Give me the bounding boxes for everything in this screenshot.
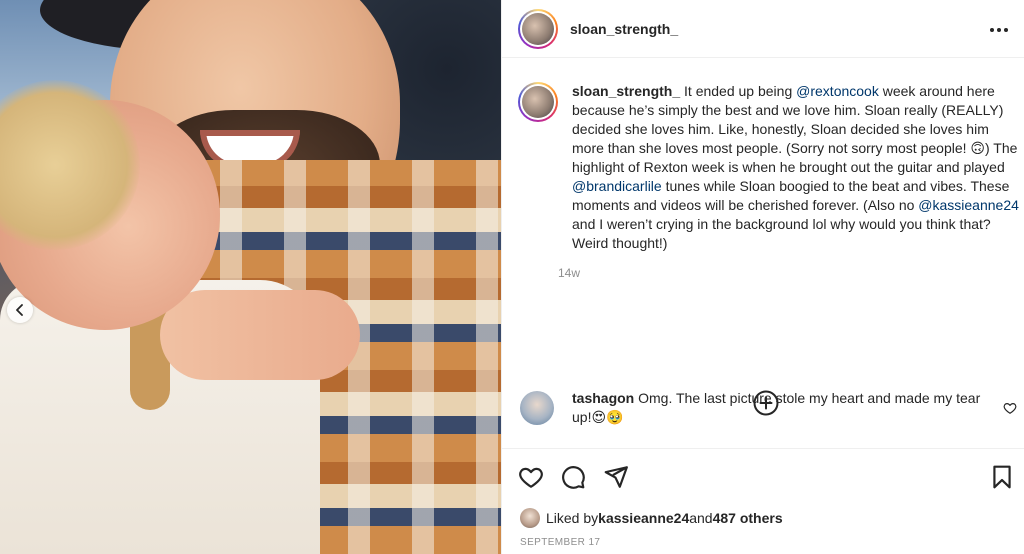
caption-avatar[interactable] [518,82,558,122]
save-button[interactable] [989,464,1015,490]
liker-username[interactable]: kassieanne24 [598,510,689,526]
avatar-frame [520,84,556,120]
avatar-image [522,86,554,118]
carousel-prev-button[interactable] [7,297,33,323]
avatar-frame [520,10,556,47]
more-horizontal-icon [990,28,1008,32]
header-avatar[interactable] [518,8,558,49]
heart-outline-icon [519,467,543,488]
bookmark-icon [993,465,1011,489]
mention-link[interactable]: @kassieanne24 [918,197,1019,213]
caption-parts: It ended up being @rextoncook week aroun… [572,83,1019,251]
comment-text: tashagon Omg. The last picture stole my … [572,389,992,427]
share-button[interactable] [603,464,629,490]
post-caption: sloan_strength_ It ended up being @rexto… [518,82,1020,280]
commenter-avatar[interactable] [520,391,554,425]
heart-outline-icon[interactable] [1003,401,1017,415]
comment-button[interactable] [560,464,586,490]
caption-text-segment: and I weren’t crying in the background l… [572,216,991,251]
post-header: sloan_strength_ [502,0,1024,58]
post-photo[interactable] [0,0,501,554]
likes-middle: and [689,510,713,526]
action-bar [502,448,1024,504]
likes-others-link[interactable]: 487 others [713,510,783,526]
instagram-post: sloan_strength_ sloan_strength_ It ended… [0,0,1024,554]
header-username[interactable]: sloan_strength_ [570,21,678,37]
comment-body: Omg. The last picture stole my heart and… [572,390,981,425]
comments-section[interactable]: sloan_strength_ It ended up being @rexto… [502,58,1024,448]
more-options-button[interactable] [987,18,1011,42]
caption-content: sloan_strength_ It ended up being @rexto… [558,82,1020,280]
caption-text-segment: It ended up being [680,83,797,99]
paper-plane-icon [604,466,628,488]
comment-item: tashagon Omg. The last picture stole my … [518,389,1017,427]
post-date[interactable]: SEPTEMBER 17 [520,537,600,548]
chevron-left-icon [16,304,23,316]
mention-link[interactable]: @brandicarlile [572,178,662,194]
comment-bubble-icon [562,466,585,489]
caption-username[interactable]: sloan_strength_ [572,83,680,99]
like-button[interactable] [518,464,544,490]
likes-summary: Liked by kassieanne24 and 487 others [520,508,783,528]
caption-text: sloan_strength_ It ended up being @rexto… [572,82,1020,253]
liker-avatar[interactable] [520,508,540,528]
mention-link[interactable]: @rextoncook [796,83,879,99]
likes-prefix: Liked by [546,510,599,526]
commenter-username[interactable]: tashagon [572,390,634,406]
child-arm [160,290,360,380]
caption-timestamp[interactable]: 14w [558,266,1020,280]
post-details-panel: sloan_strength_ sloan_strength_ It ended… [501,0,1024,554]
avatar-image [522,12,554,45]
